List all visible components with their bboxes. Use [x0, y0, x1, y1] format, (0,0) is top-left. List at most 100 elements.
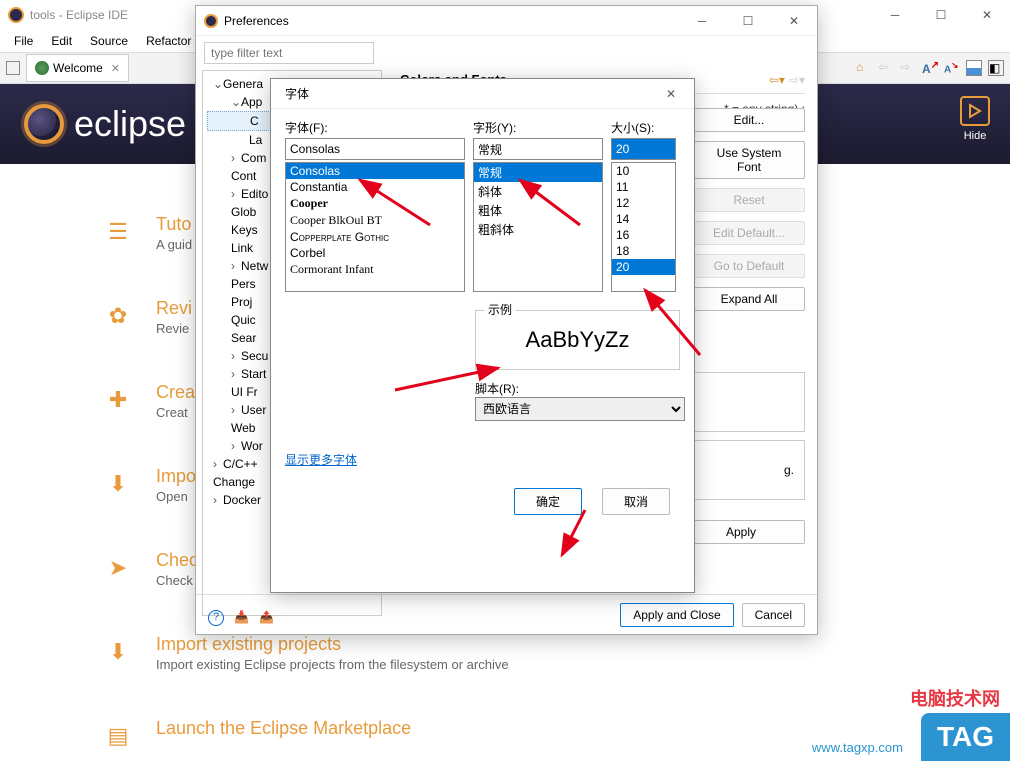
create-desc: Creat [156, 405, 195, 420]
style-regular[interactable]: 常规 [474, 163, 602, 182]
cancel-button[interactable]: Cancel [742, 603, 805, 627]
pref-title: Preferences [224, 14, 289, 28]
hide-button[interactable] [960, 96, 990, 126]
layout-icon[interactable] [966, 60, 982, 76]
apply-button[interactable]: Apply [677, 520, 805, 544]
back-icon[interactable]: ⇦ [878, 60, 894, 76]
marketplace-title[interactable]: Launch the Eclipse Marketplace [156, 718, 411, 739]
eclipse-logo-icon [24, 104, 64, 144]
font-cancel-button[interactable]: 取消 [602, 488, 670, 515]
more-fonts-link[interactable]: 显示更多字体 [285, 453, 357, 467]
ok-button[interactable]: 确定 [514, 488, 582, 515]
tab-welcome[interactable]: Welcome ✕ [26, 54, 129, 82]
review-title[interactable]: Revi [156, 298, 192, 319]
forward-icon[interactable]: ⇨ [900, 60, 916, 76]
create-title[interactable]: Crea [156, 382, 195, 403]
size-list[interactable]: 10 11 12 14 16 18 20 [611, 162, 676, 292]
size-16[interactable]: 16 [612, 227, 675, 243]
expand-all-button[interactable]: Expand All [693, 287, 805, 311]
font-cooper-blk[interactable]: Cooper BlkOul BT [286, 212, 464, 229]
eclipse-icon [204, 14, 218, 28]
size-14[interactable]: 14 [612, 211, 675, 227]
style-list[interactable]: 常规 斜体 粗体 粗斜体 [473, 162, 603, 292]
minimize-button[interactable]: ─ [872, 0, 918, 30]
export-prefs-icon[interactable]: 📤 [259, 610, 274, 626]
font-consolas[interactable]: Consolas [286, 163, 464, 179]
import-desc: Open [156, 489, 196, 504]
maximize-button[interactable]: ☐ [918, 0, 964, 30]
close-button[interactable]: ✕ [964, 0, 1010, 30]
script-select[interactable]: 西欧语言 [475, 397, 685, 421]
restore-icon[interactable] [6, 61, 20, 75]
size-label: 大小(S): [611, 119, 676, 136]
size-12[interactable]: 12 [612, 195, 675, 211]
import-existing-icon[interactable]: ⬇ [100, 634, 136, 670]
import-existing-desc: Import existing Eclipse projects from th… [156, 657, 509, 672]
tab-close-icon[interactable]: ✕ [111, 62, 120, 75]
size-input[interactable] [611, 138, 676, 160]
size-11[interactable]: 11 [612, 179, 675, 195]
welcome-icon [35, 61, 49, 75]
checkout-icon[interactable]: ➤ [100, 550, 136, 586]
pref-close-button[interactable]: ✕ [771, 6, 817, 36]
font-cooper[interactable]: Cooper [286, 195, 464, 212]
nav-fwd-icon[interactable]: ⇨▾ [789, 73, 805, 87]
reset-button[interactable]: Reset [693, 188, 805, 212]
font-smaller-icon[interactable]: A↘ [944, 60, 960, 76]
font-dlg-title: 字体 [285, 85, 309, 102]
banner-text: eclipse [74, 103, 186, 145]
nav-back-icon[interactable]: ⇦▾ [769, 73, 785, 87]
marketplace-icon[interactable]: ▤ [100, 718, 136, 754]
font-label: 字体(F): [285, 119, 465, 136]
font-larger-icon[interactable]: A↗ [922, 60, 938, 76]
size-20[interactable]: 20 [612, 259, 675, 275]
review-desc: Revie [156, 321, 192, 336]
style-italic[interactable]: 斜体 [474, 182, 602, 201]
filter-input[interactable] [204, 42, 374, 64]
checkout-title[interactable]: Chec [156, 550, 198, 571]
import-existing-title[interactable]: Import existing projects [156, 634, 509, 655]
tutorials-icon[interactable]: ☰ [100, 214, 136, 250]
menu-refactor[interactable]: Refactor [138, 32, 199, 50]
size-10[interactable]: 10 [612, 163, 675, 179]
import-prefs-icon[interactable]: 📥 [234, 610, 249, 626]
edit-button[interactable]: Edit... [693, 108, 805, 132]
home-icon[interactable]: ⌂ [856, 60, 872, 76]
style-input[interactable] [473, 138, 603, 160]
watermark-tag: TAG [921, 713, 1010, 761]
apply-close-button[interactable]: Apply and Close [620, 603, 733, 627]
pref-minimize-button[interactable]: ─ [679, 6, 725, 36]
font-copperplate[interactable]: Copperplate Gothic [286, 229, 464, 245]
font-close-button[interactable]: ✕ [648, 79, 694, 109]
go-to-default-button[interactable]: Go to Default [693, 254, 805, 278]
script-label: 脚本(R): [475, 382, 519, 396]
hide-label: Hide [960, 130, 990, 142]
menu-file[interactable]: File [6, 32, 41, 50]
style-bold[interactable]: 粗体 [474, 201, 602, 220]
watermark-line2: www.tagxp.com [812, 740, 917, 761]
use-system-font-button[interactable]: Use System Font [693, 141, 805, 179]
new-window-icon[interactable]: ◧ [988, 60, 1004, 76]
create-icon[interactable]: ✚ [100, 382, 136, 418]
style-bolditalic[interactable]: 粗斜体 [474, 220, 602, 239]
review-icon[interactable]: ✿ [100, 298, 136, 334]
pref-maximize-button[interactable]: ☐ [725, 6, 771, 36]
font-input[interactable] [285, 138, 465, 160]
watermark-line1: 电脑技术网 [812, 685, 1010, 711]
font-constantia[interactable]: Constantia [286, 179, 464, 195]
font-corbel[interactable]: Corbel [286, 245, 464, 261]
help-icon[interactable]: ? [208, 610, 224, 626]
edit-default-button[interactable]: Edit Default... [693, 221, 805, 245]
import-icon[interactable]: ⬇ [100, 466, 136, 502]
sample-preview: 示例 AaBbYyZz [475, 310, 680, 370]
sample-label: 示例 [484, 301, 516, 318]
sample-text: AaBbYyZz [526, 327, 630, 353]
eclipse-icon [8, 7, 24, 23]
menu-source[interactable]: Source [82, 32, 136, 50]
watermark: 电脑技术网 www.tagxp.com TAG [812, 685, 1010, 761]
font-list[interactable]: Consolas Constantia Cooper Cooper BlkOul… [285, 162, 465, 292]
menu-edit[interactable]: Edit [43, 32, 80, 50]
size-18[interactable]: 18 [612, 243, 675, 259]
font-cormorant[interactable]: Cormorant Infant [286, 261, 464, 278]
import-title[interactable]: Impo [156, 466, 196, 487]
